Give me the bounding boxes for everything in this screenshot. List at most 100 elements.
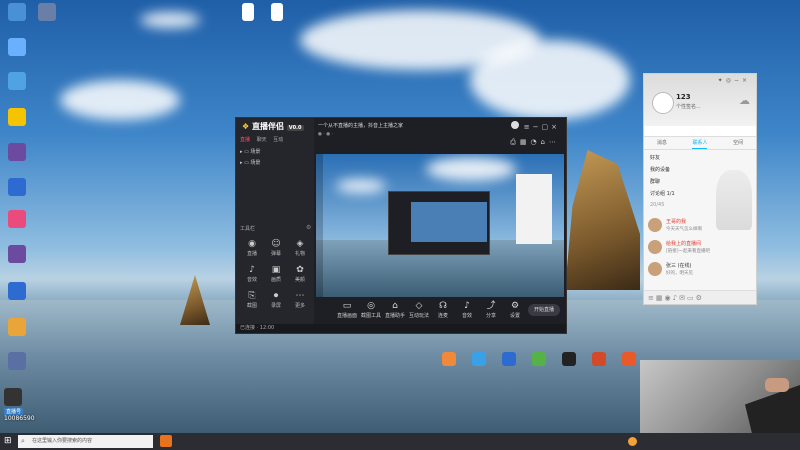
skin-icon[interactable]: ✦ — [718, 77, 726, 84]
go-live-button[interactable]: 开始直播 — [528, 304, 560, 316]
desktop-icon[interactable] — [0, 143, 34, 163]
desktop-app-icon[interactable] — [592, 352, 606, 366]
bell-icon[interactable]: ◔ — [530, 138, 540, 146]
windows-start-icon[interactable]: ⊞ — [4, 436, 12, 446]
toolbar-button[interactable]: ⤴ 分享 — [478, 300, 504, 319]
list-item[interactable]: 给我上的直播间 [链接]一起来看直播吧 — [648, 238, 752, 258]
desktop-app-icon[interactable] — [622, 352, 636, 366]
desktop-icon[interactable] — [0, 178, 34, 198]
desktop-app-icon[interactable] — [562, 352, 576, 366]
weather-icon[interactable]: ☁ — [739, 94, 750, 107]
side-tool-button[interactable]: ⎘ 截图 — [242, 290, 262, 309]
desktop-icon[interactable] — [0, 282, 34, 302]
desktop-app-icon[interactable] — [532, 352, 546, 366]
side-tool-button[interactable]: ✿ 美颜 — [290, 264, 310, 283]
tool-icon: ⚙ — [510, 301, 520, 311]
desktop-app-icon[interactable] — [442, 352, 456, 366]
side-tool-button[interactable]: ⋯ 更多 — [290, 290, 310, 309]
side-tool-button[interactable]: ◉ 直播 — [242, 238, 262, 257]
grid-icon[interactable]: ▦ — [520, 138, 531, 146]
close-icon[interactable]: × — [742, 77, 750, 84]
folder-icon[interactable]: ▭ — [687, 294, 696, 302]
list-item[interactable]: 王哥的我 今天天气怎么样啊 — [648, 216, 752, 236]
game-icon[interactable]: ◉ — [665, 294, 673, 302]
avatar — [648, 218, 662, 232]
toolbar-button[interactable]: ▭ 直播画面 — [334, 300, 360, 319]
avatar[interactable] — [510, 121, 519, 129]
qq-window-controls: ✦◎−× — [718, 77, 750, 84]
menu-icon[interactable]: ≡ — [648, 294, 656, 302]
settings-icon[interactable]: ⚙ — [306, 224, 311, 231]
menu-icon[interactable]: ≡ — [524, 123, 533, 131]
side-tool-button[interactable]: ♪ 音效 — [242, 264, 262, 283]
list-item[interactable]: 张三 (在线) 好的，明天见 — [648, 260, 752, 280]
group-discuss[interactable]: 讨论组 1/1 — [650, 190, 675, 197]
avatar — [648, 262, 662, 276]
avatar[interactable] — [652, 92, 674, 114]
toolbar-button[interactable]: ◎ 截图工具 — [358, 300, 384, 319]
stream-preview[interactable] — [316, 154, 564, 297]
live-studio-window[interactable]: ❖ 直播伴侣 V0.0 直播 聊天 互动 ▸ ▭ 场景 ▸ ▭ 场景 工具栏 ⚙… — [235, 117, 567, 334]
desktop-icon[interactable] — [0, 72, 34, 92]
desktop-app-icon[interactable] — [502, 352, 516, 366]
taskbar-search[interactable]: ⌕ 在这里输入你要搜索的内容 — [18, 435, 153, 448]
desktop-icon[interactable] — [0, 38, 34, 58]
app-grid-icon[interactable]: ▦ — [656, 294, 665, 302]
app-icon — [8, 352, 26, 370]
tray-app-icon[interactable] — [628, 437, 637, 446]
scene-list: ▸ ▭ 场景 ▸ ▭ 场景 — [240, 146, 310, 186]
qq-signature[interactable]: 个性签名... — [676, 103, 701, 110]
tab-space[interactable]: 空间 — [733, 137, 743, 149]
toolbar-button[interactable]: ♪ 音效 — [454, 300, 480, 319]
toolbar-button[interactable]: ☊ 连麦 — [430, 300, 456, 319]
group-devices[interactable]: 我的设备 — [650, 166, 670, 173]
toolbar-button[interactable]: ⌂ 直播助手 — [382, 300, 408, 319]
tab-live[interactable]: 直播 — [240, 137, 250, 143]
share-icon[interactable]: ⎙ — [510, 138, 520, 146]
desktop-icon[interactable] — [0, 245, 34, 265]
taskbar-app-icon[interactable] — [160, 435, 172, 447]
maximize-icon[interactable]: ▢ — [542, 123, 552, 131]
settings-icon[interactable]: ⚙ — [696, 294, 704, 302]
more-icon[interactable]: ⋯ — [549, 138, 560, 146]
side-tool-button[interactable]: ▣ 画质 — [266, 264, 286, 283]
studio-header: 一个从不直播的主播，抖音上主播之家 ● · ● · ≡−▢× ⎙▦◔⌂⋯ — [314, 118, 566, 152]
tab-contacts[interactable]: 联系人 — [692, 137, 708, 149]
desktop-icon[interactable] — [0, 318, 34, 338]
scene-item[interactable]: ▸ ▭ 场景 — [240, 146, 310, 157]
side-tool-button[interactable]: ◈ 礼物 — [290, 238, 310, 257]
qq-search[interactable] — [644, 126, 756, 137]
minimize-icon[interactable]: − — [533, 123, 542, 131]
tab-interact[interactable]: 互动 — [273, 137, 283, 143]
group-chats[interactable]: 群聊 — [650, 178, 660, 185]
tool-icon: ⏺ — [273, 291, 279, 301]
mail-icon[interactable]: ✉ — [679, 294, 687, 302]
friend-count: 20/45 — [650, 202, 665, 208]
side-tool-button[interactable]: ☺ 弹幕 — [266, 238, 286, 257]
tab-messages[interactable]: 消息 — [657, 137, 667, 149]
avatar — [648, 240, 662, 254]
close-icon[interactable]: × — [551, 123, 560, 131]
desktop-file-2[interactable] — [260, 3, 294, 23]
toolbar-button[interactable]: ◇ 互动玩法 — [406, 300, 432, 319]
group-friends[interactable]: 好友 — [650, 154, 660, 161]
desktop-icon[interactable] — [0, 108, 34, 128]
studio-tabs: 直播 聊天 互动 — [240, 136, 283, 143]
desktop-icon[interactable] — [0, 352, 34, 372]
tab-chat[interactable]: 聊天 — [257, 137, 267, 143]
desktop-icon[interactable] — [0, 210, 34, 230]
scene-item[interactable]: ▸ ▭ 场景 — [240, 157, 310, 168]
qq-contacts-panel[interactable]: 123 个性签名... ✦◎−× ☁ 消息 联系人 空间 好友 我的设备 群聊 … — [643, 73, 757, 305]
app-icon — [8, 143, 26, 161]
toolbar-button[interactable]: ⚙ 设置 — [502, 300, 528, 319]
app-icon[interactable]: ◎ — [726, 77, 734, 84]
side-tool-button[interactable]: ⏺ 录屏 — [266, 290, 286, 309]
desktop-icon[interactable] — [0, 3, 34, 23]
studio-toolbar: ▭ 直播画面 ◎ 截图工具 ⌂ 直播助手 ◇ 互动玩法 ☊ 连麦 ♪ 音效 ⤴ 分享 ⚙ 设置 开始直播 — [314, 298, 566, 324]
desktop-app-icon[interactable] — [472, 352, 486, 366]
tool-icon: ▣ — [271, 265, 281, 275]
minimize-icon[interactable]: − — [734, 77, 742, 84]
side-section-title: 工具栏 — [240, 226, 256, 232]
desktop-icon-game[interactable] — [30, 3, 64, 23]
home-icon[interactable]: ⌂ — [541, 138, 549, 146]
